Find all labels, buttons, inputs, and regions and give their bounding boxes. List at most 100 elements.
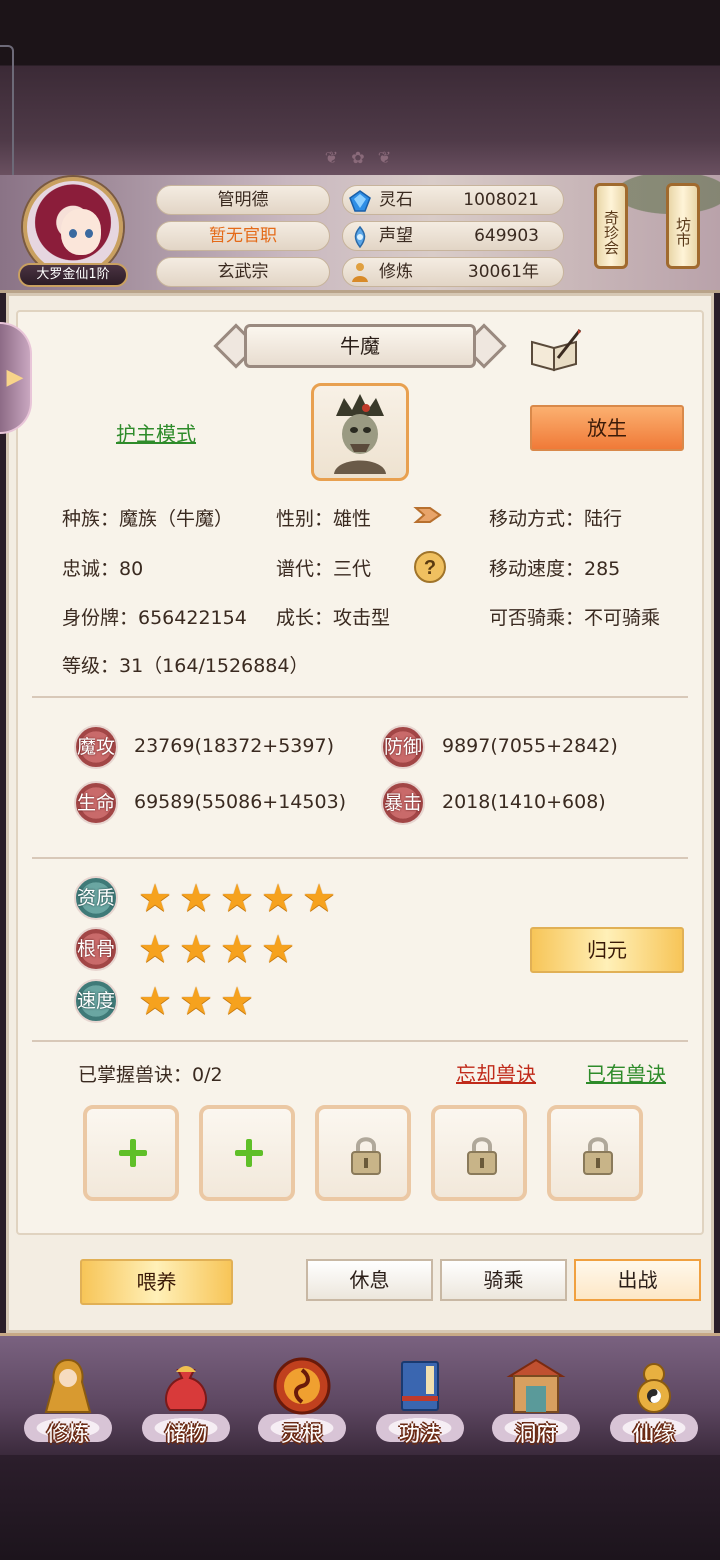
rank-badge: 大罗金仙1阶 [18,263,128,287]
divider [32,1040,688,1042]
health-value: 69589(55086+14503) [134,791,347,813]
pet-portrait [311,383,409,481]
star-icon: ★ [219,927,255,971]
owned-skills-link[interactable]: 已有兽诀 [586,1062,666,1086]
storage-bag-icon [165,1366,207,1411]
bottom-background [0,1455,720,1560]
skill-slot-locked [431,1105,527,1201]
nav-technique[interactable]: 功法 [370,1348,470,1448]
divider [32,857,688,859]
defense-badge: 防御 [381,725,425,769]
nav-label: 修炼 [47,1422,89,1446]
star-icon: ★ [219,876,255,920]
plus-icon [235,1139,263,1167]
market-button[interactable]: 坊市 [666,183,700,269]
magic-attack-value: 23769(18372+5397) [134,735,334,757]
resource-value: 30061年 [467,262,539,282]
pet-rideable: 可否骑乘：不可骑乘 [489,607,661,629]
bull-demon-icon [334,394,386,474]
pet-name: 牛魔 [244,324,476,368]
rest-button[interactable]: 休息 [306,1259,433,1301]
nav-label: 储物 [165,1422,207,1446]
critical-badge: 暴击 [381,781,425,825]
pet-loyalty: 忠诚：80 [62,558,144,580]
resource-value: 649903 [474,226,539,246]
release-button[interactable]: 放生 [530,405,684,451]
magic-attack-badge: 魔攻 [74,725,118,769]
left-edge-tab[interactable] [0,45,14,195]
resource-reputation: 声望 649903 [342,221,564,251]
nav-label: 灵根 [281,1422,323,1446]
player-header: 大罗金仙1阶 管明德 暂无官职 玄武宗 灵石 1008021 声望 649903… [0,175,720,293]
skill-slot-add[interactable] [83,1105,179,1201]
gender-switch-icon[interactable] [412,500,444,530]
star-icon: ★ [301,876,337,920]
star-icon: ★ [137,979,173,1023]
nav-label: 洞府 [515,1422,557,1446]
nav-cave[interactable]: 洞府 [486,1348,586,1448]
reputation-icon [354,226,366,248]
defense-value: 9897(7055+2842) [442,735,618,757]
spirit-root-icon [273,1357,331,1415]
lock-icon [467,1137,497,1175]
reset-button[interactable]: 归元 [530,927,684,973]
resource-label: 声望 [379,226,413,246]
nav-fate[interactable]: 仙缘 [604,1348,704,1448]
top-ornament: ❦ ✿ ❦ [324,148,396,167]
speed-badge: 速度 [74,979,118,1023]
battle-button[interactable]: 出战 [574,1259,701,1301]
cultivate-icon [44,1358,92,1413]
nav-cultivate[interactable]: 修炼 [18,1348,118,1448]
pet-gender: 性别：雄性 [276,508,372,530]
guard-mode-link[interactable]: 护主模式 [116,422,196,446]
lock-icon [583,1137,613,1175]
star-icon: ★ [178,927,214,971]
lock-icon [351,1137,381,1175]
star-icon: ★ [260,927,296,971]
pet-move-type: 移动方式：陆行 [489,508,623,530]
skill-slot-locked [547,1105,643,1201]
pet-id-tag: 身份牌：656422154 [62,607,247,629]
cultivation-icon [352,263,368,282]
critical-value: 2018(1410+608) [442,791,606,813]
player-name: 管明德 [156,185,330,215]
treasure-fair-button[interactable]: 奇珍会 [594,183,628,269]
star-icon: ★ [178,979,214,1023]
avatar-eye-right [85,229,93,238]
pet-level: 等级：31（164/1526884） [62,655,309,677]
avatar-portrait [23,177,123,277]
cave-dwelling-icon [506,1358,566,1413]
feed-button[interactable]: 喂养 [80,1259,233,1305]
ride-button[interactable]: 骑乘 [440,1259,567,1301]
plus-icon [119,1139,147,1167]
divider [32,696,688,698]
svg-text:?: ? [424,557,436,579]
avatar-eye-left [69,229,77,238]
nav-label: 功法 [399,1422,441,1446]
nav-spirit-root[interactable]: 灵根 [252,1348,352,1448]
aptitude-badge: 资质 [74,876,118,920]
star-icon: ★ [260,876,296,920]
player-sect: 玄武宗 [156,257,330,287]
nav-storage[interactable]: 储物 [136,1348,236,1448]
star-icon: ★ [137,876,173,920]
forget-skill-link[interactable]: 忘却兽诀 [456,1062,536,1086]
skill-slot-add[interactable] [199,1105,295,1201]
rename-book-icon[interactable] [528,328,582,372]
player-office: 暂无官职 [156,221,330,251]
player-avatar[interactable]: 大罗金仙1阶 [18,177,128,287]
avatar-face [61,209,101,255]
skill-slot-locked [315,1105,411,1201]
pet-generation: 谱代：三代 [276,558,372,580]
spirit-stone-icon [349,190,371,212]
nav-label: 仙缘 [633,1422,675,1446]
fate-gourd-icon [637,1363,671,1413]
side-expand-button[interactable]: ▶ [0,322,32,434]
pet-move-speed: 移动速度：285 [489,558,621,580]
resource-label: 修炼 [379,262,413,282]
star-icon: ★ [137,927,173,971]
resource-cultivation: 修炼 30061年 [342,257,564,287]
pet-race: 种族：魔族（牛魔） [62,508,234,530]
health-badge: 生命 [74,781,118,825]
help-icon[interactable]: ? [413,550,447,584]
